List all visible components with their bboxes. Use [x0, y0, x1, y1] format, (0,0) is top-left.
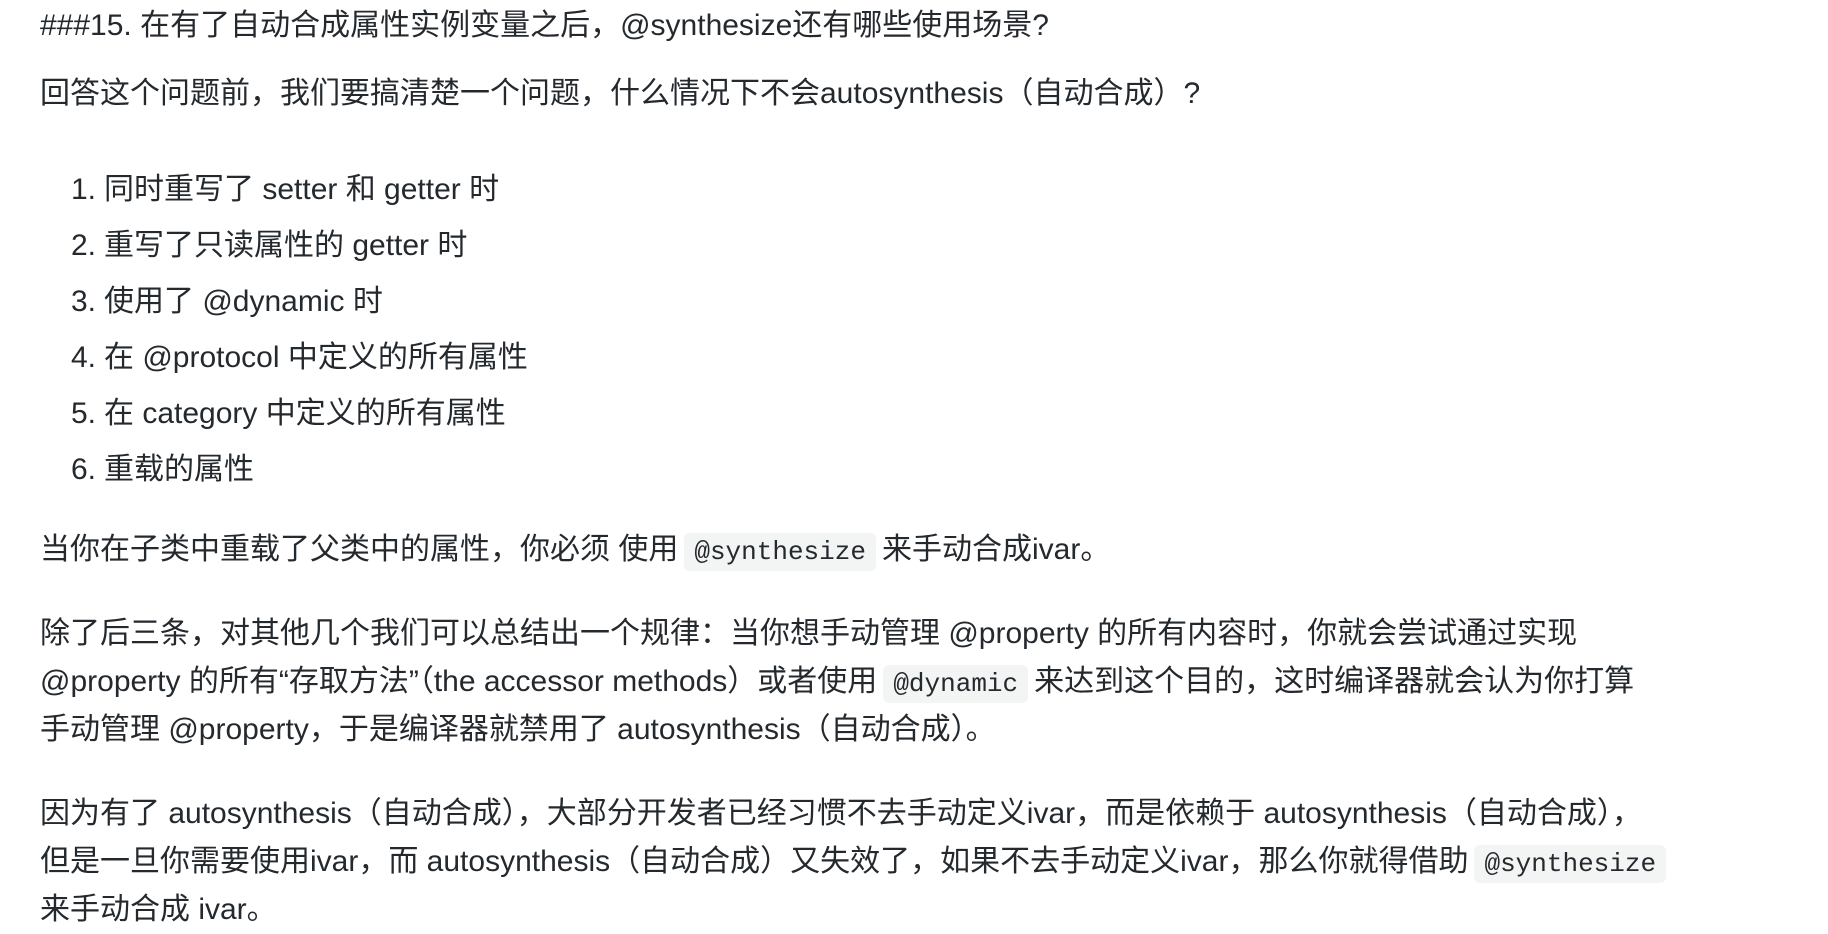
list-item-number: 1.	[70, 173, 96, 206]
autosynthesis-text: 但是一旦你需要使用ivar，而 autosynthesis（自动合成）又失效了，…	[40, 845, 1469, 878]
list-item-text: 同时重写了 setter 和 getter 时	[104, 173, 500, 206]
list-item: 6. 重载的属性	[40, 446, 528, 502]
list-item-text: 重载的属性	[104, 453, 254, 486]
list-item-number: 4.	[70, 341, 96, 374]
list-item-number: 2.	[70, 229, 96, 262]
rule-paragraph-line-3: 手动管理 @property，于是编译器就禁用了 autosynthesis（自…	[40, 713, 996, 746]
section-heading: ###15. 在有了自动合成属性实例变量之后，@synthesize还有哪些使用…	[40, 9, 1049, 42]
override-text-end: 来手动合成ivar。	[881, 533, 1111, 566]
rule-text-end: 来达到这个目的，这时编译器就会认为你打算	[1034, 665, 1635, 698]
autosynthesis-paragraph-line-1: 因为有了 autosynthesis（自动合成），大部分开发者已经习惯不去手动定…	[40, 797, 1642, 830]
synthesize-code: @synthesize	[1474, 845, 1667, 883]
list-item: 1. 同时重写了 setter 和 getter 时	[40, 166, 528, 222]
override-text: 当你在子类中重载了父类中的属性，你必须 使用	[40, 533, 679, 566]
dynamic-code: @dynamic	[883, 665, 1029, 703]
list-item-number: 3.	[70, 285, 96, 318]
autosynthesis-paragraph-line-3: 来手动合成 ivar。	[40, 893, 277, 926]
intro-paragraph: 回答这个问题前，我们要搞清楚一个问题，什么情况下不会autosynthesis（…	[40, 77, 1201, 110]
rule-paragraph-line-2: @property 的所有“存取方法”（the accessor methods…	[40, 658, 1634, 706]
rule-paragraph-line-1: 除了后三条，对其他几个我们可以总结出一个规律：当你想手动管理 @property…	[40, 617, 1578, 650]
list-item-text: 使用了 @dynamic 时	[104, 285, 383, 318]
list-item: 3. 使用了 @dynamic 时	[40, 278, 528, 334]
list-item-text: 重写了只读属性的 getter 时	[104, 229, 468, 262]
list-item: 2. 重写了只读属性的 getter 时	[40, 222, 528, 278]
list-item: 5. 在 category 中定义的所有属性	[40, 390, 528, 446]
rule-text: @property 的所有“存取方法”（the accessor methods…	[40, 665, 878, 698]
condition-list: 1. 同时重写了 setter 和 getter 时 2. 重写了只读属性的 get…	[40, 166, 528, 502]
list-item-text: 在 @protocol 中定义的所有属性	[104, 341, 528, 374]
list-item: 4. 在 @protocol 中定义的所有属性	[40, 334, 528, 390]
list-item-text: 在 category 中定义的所有属性	[104, 397, 506, 430]
list-item-number: 5.	[70, 397, 96, 430]
list-item-number: 6.	[70, 453, 96, 486]
override-paragraph: 当你在子类中重载了父类中的属性，你必须 使用 @synthesize 来手动合成iv…	[40, 526, 1110, 574]
autosynthesis-paragraph-line-2: 但是一旦你需要使用ivar，而 autosynthesis（自动合成）又失效了，…	[40, 838, 1672, 886]
synthesize-code: @synthesize	[684, 533, 876, 571]
